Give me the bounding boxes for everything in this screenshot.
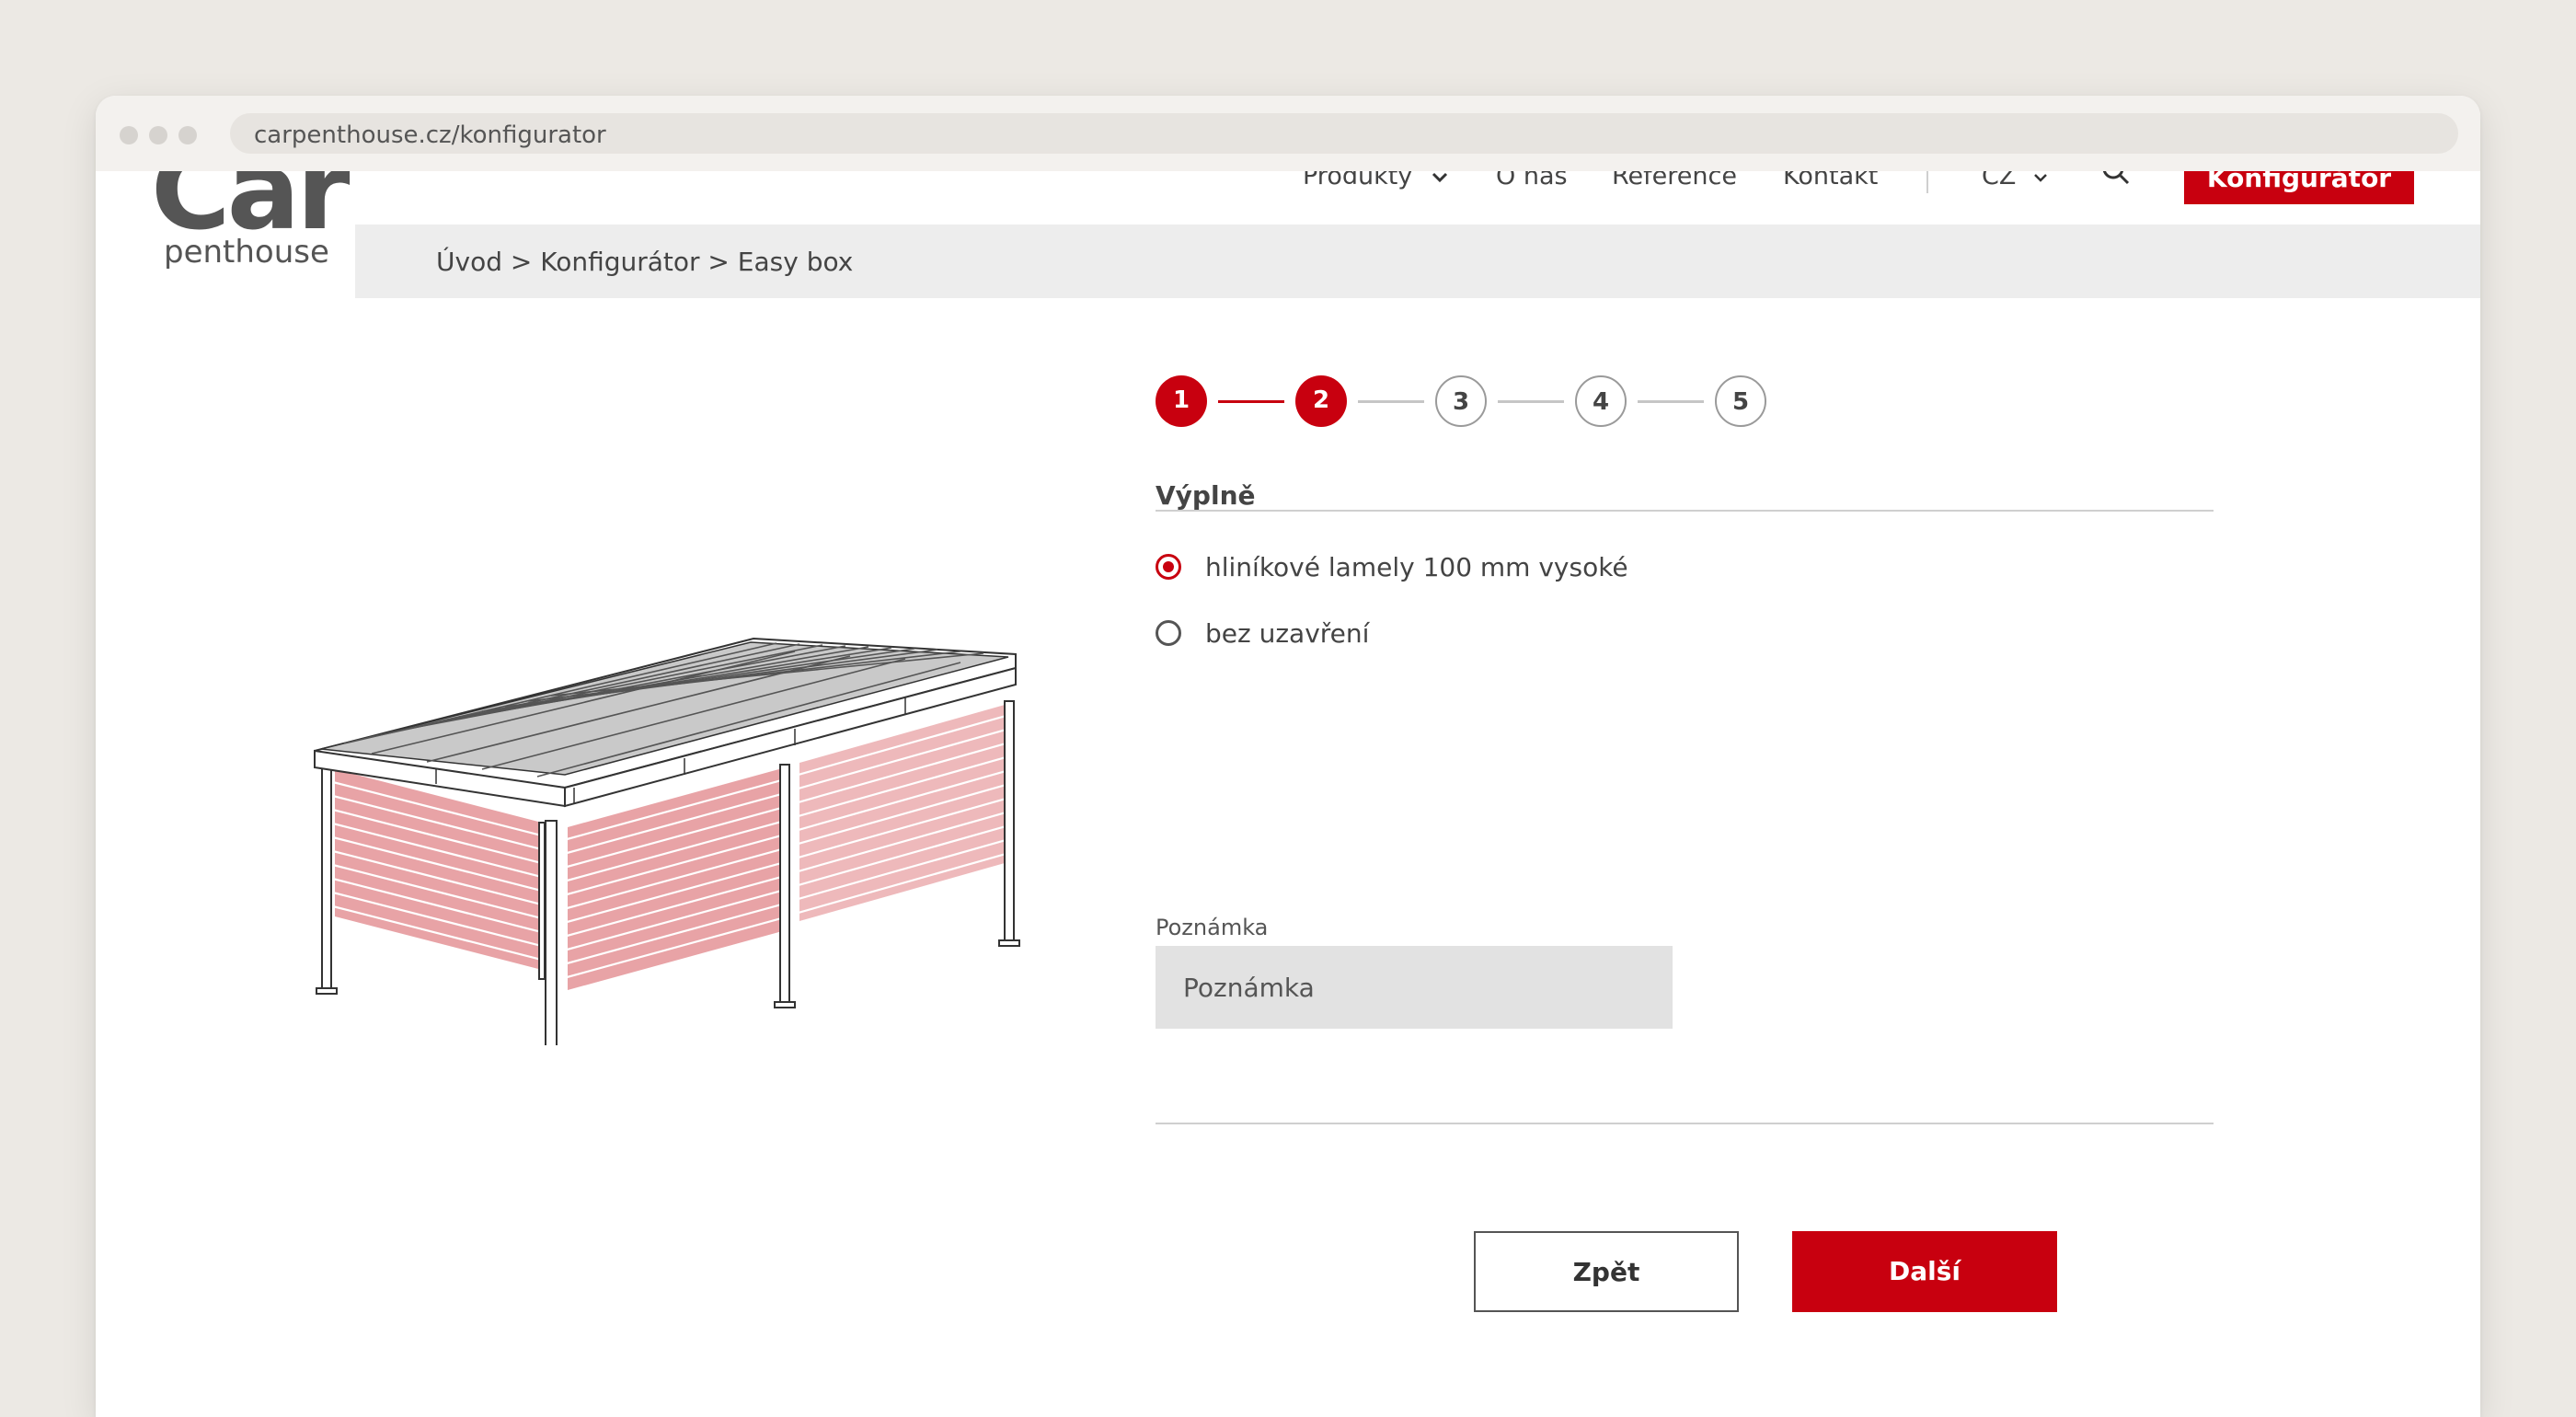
address-bar-url: carpenthouse.cz/konfigurator: [254, 121, 606, 149]
carport-illustration: [314, 637, 1020, 1045]
nav-item-label: Produkty: [1303, 171, 1413, 190]
window-close-dot[interactable]: [120, 126, 138, 144]
breadcrumb[interactable]: Úvod > Konfigurátor > Easy box: [436, 247, 853, 277]
page-content: Car penthouse Produkty O nás Reference K…: [96, 171, 2480, 1417]
section-title: Výplně: [1156, 480, 1256, 511]
step-connector: [1498, 400, 1564, 403]
next-button[interactable]: Další: [1792, 1231, 2057, 1312]
back-button[interactable]: Zpět: [1474, 1231, 1739, 1312]
step-4[interactable]: 4: [1575, 375, 1627, 427]
browser-window: carpenthouse.cz/konfigurator Car penthou…: [96, 96, 2480, 1417]
lamella-wall-front: [568, 767, 786, 990]
logo-subtitle: penthouse: [164, 234, 329, 271]
chevron-down-icon: [1432, 172, 1447, 182]
step-connector: [1358, 400, 1424, 403]
note-label: Poznámka: [1156, 915, 1269, 940]
chevron-down-icon: [2034, 173, 2047, 182]
address-bar[interactable]: carpenthouse.cz/konfigurator: [230, 113, 2458, 154]
nav-item-o-nas[interactable]: O nás: [1496, 171, 1568, 190]
step-2[interactable]: 2: [1295, 375, 1347, 427]
option-no-enclosure[interactable]: bez uzavření: [1156, 615, 1369, 651]
option-label: bez uzavření: [1205, 617, 1370, 649]
radio-unselected[interactable]: [1156, 620, 1181, 646]
nav-item-reference[interactable]: Reference: [1612, 171, 1737, 190]
nav-divider: [1926, 171, 1928, 193]
search-icon[interactable]: [2099, 171, 2133, 188]
nav-item-kontakt[interactable]: Kontakt: [1783, 171, 1878, 190]
step-connector: [1218, 400, 1284, 403]
window-minimize-dot[interactable]: [149, 126, 167, 144]
site-logo[interactable]: Car penthouse: [109, 171, 357, 298]
option-aluminium-slats[interactable]: hliníkové lamely 100 mm vysoké: [1156, 548, 1628, 585]
breadcrumb-bar: Úvod > Konfigurátor > Easy box: [355, 225, 2480, 298]
note-input[interactable]: [1156, 946, 1673, 1029]
step-3[interactable]: 3: [1435, 375, 1487, 427]
lamella-wall-back: [799, 705, 1005, 921]
browser-chrome: carpenthouse.cz/konfigurator: [96, 96, 2480, 171]
window-maximize-dot[interactable]: [178, 126, 197, 144]
divider: [1156, 510, 2214, 512]
step-5[interactable]: 5: [1715, 375, 1766, 427]
radio-selected[interactable]: [1156, 554, 1181, 580]
step-connector: [1638, 400, 1704, 403]
step-1[interactable]: 1: [1156, 375, 1207, 427]
nav-item-produkty[interactable]: Produkty: [1303, 171, 1448, 190]
configurator-button[interactable]: Konfigurátor: [2184, 171, 2414, 204]
option-label: hliníkové lamely 100 mm vysoké: [1205, 551, 1628, 582]
language-switcher[interactable]: CZ: [1982, 171, 2048, 190]
divider: [1156, 1123, 2214, 1124]
language-label: CZ: [1982, 171, 2017, 190]
